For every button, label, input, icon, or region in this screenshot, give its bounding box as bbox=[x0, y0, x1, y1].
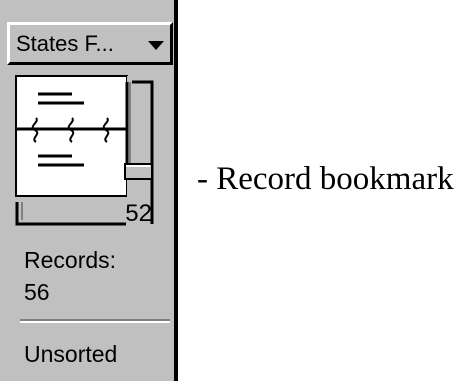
status-area: States F... 52 Records: 56 Unsorted bbox=[0, 0, 178, 381]
records-count: 56 bbox=[24, 279, 50, 305]
sort-status: Unsorted bbox=[24, 341, 118, 367]
current-record-number[interactable]: 52 bbox=[98, 200, 152, 228]
layout-menu[interactable]: States F... bbox=[7, 22, 173, 65]
layout-menu-label: States F... bbox=[16, 31, 114, 56]
record-bookmark-callout: - Record bookmark bbox=[197, 161, 454, 197]
records-label: Records: bbox=[24, 247, 117, 273]
divider bbox=[20, 319, 170, 323]
chevron-down-icon[interactable] bbox=[148, 41, 164, 50]
